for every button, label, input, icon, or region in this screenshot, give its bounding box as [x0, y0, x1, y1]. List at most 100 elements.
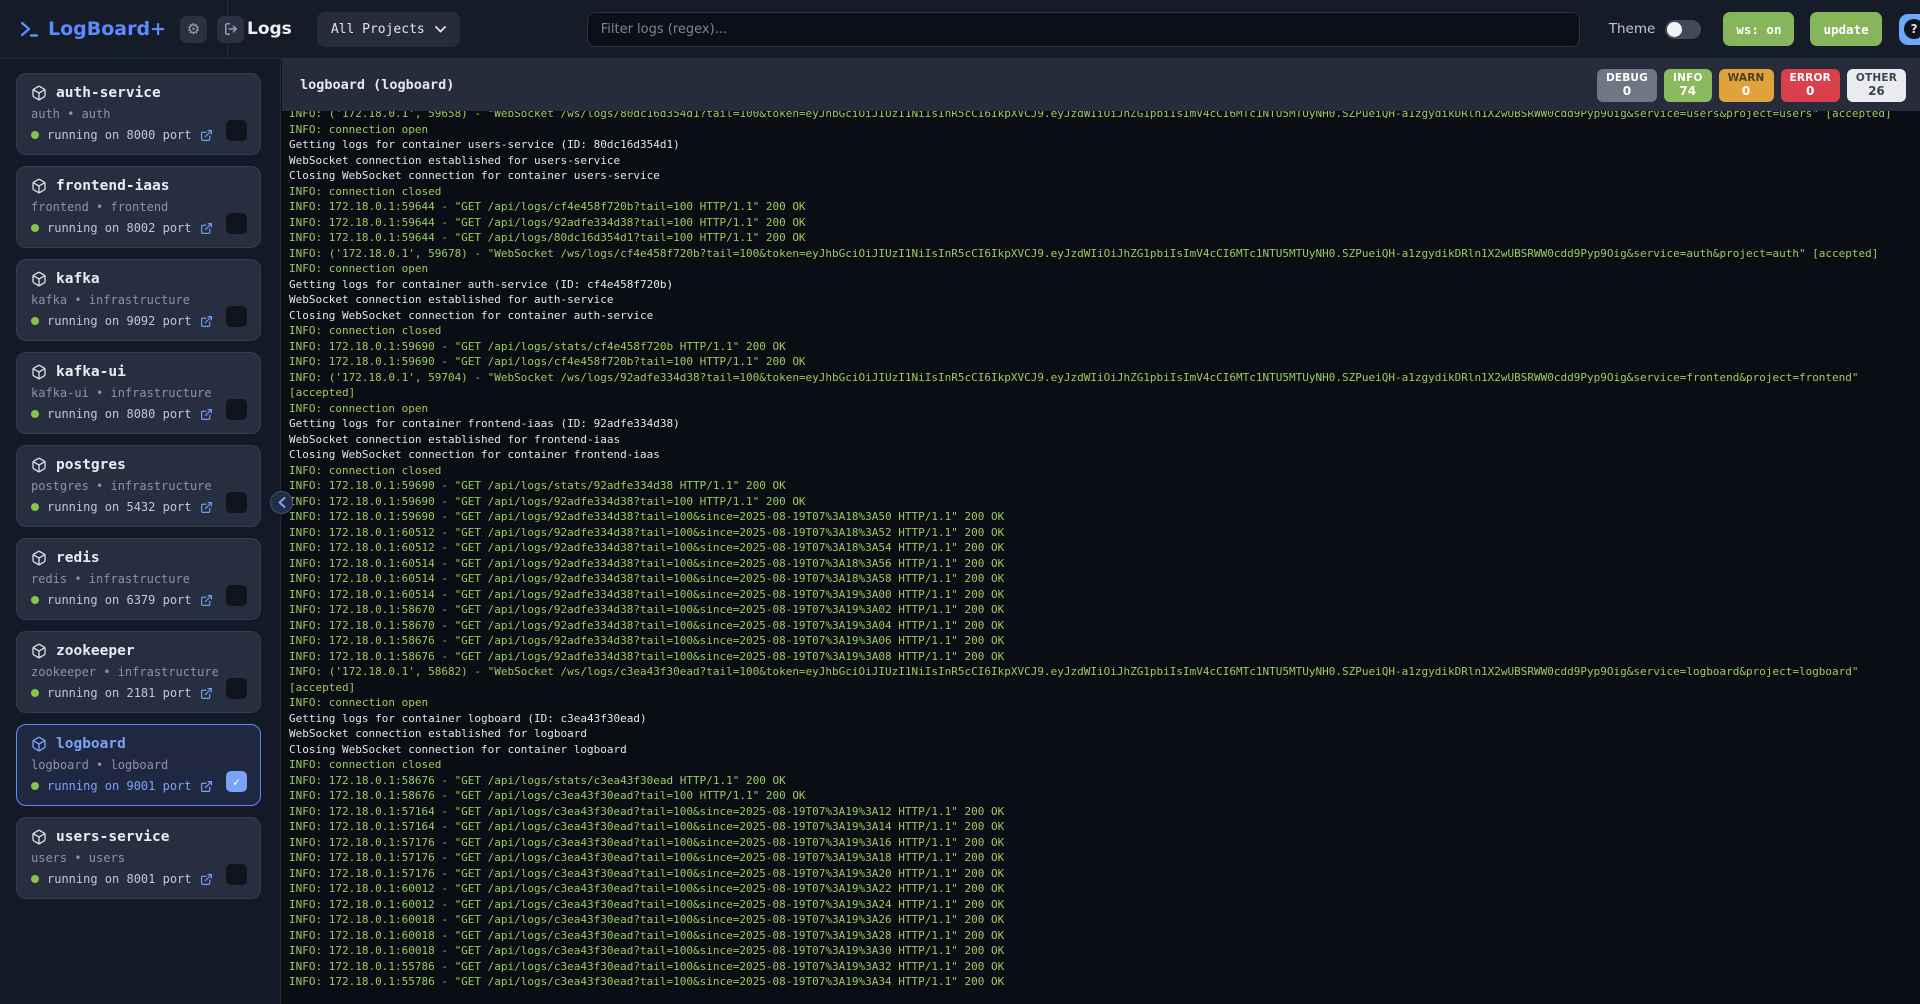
badge-debug[interactable]: DEBUG0	[1597, 69, 1657, 102]
service-subtitle: kafka-ui • infrastructure	[31, 386, 246, 400]
service-checkbox[interactable]	[226, 864, 247, 885]
log-line: INFO: 172.18.0.1:60012 - "GET /api/logs/…	[289, 881, 1910, 897]
package-icon	[31, 550, 47, 566]
external-link-icon[interactable]	[200, 315, 213, 328]
settings-button[interactable]: ⚙	[180, 16, 207, 43]
package-icon	[31, 271, 47, 287]
log-panel: logboard (logboard) DEBUG0INFO74WARN0ERR…	[282, 59, 1920, 1004]
log-line: WebSocket connection established for aut…	[289, 292, 1910, 308]
service-card-postgres[interactable]: postgres postgres • infrastructure running…	[16, 445, 261, 527]
log-line: INFO: 172.18.0.1:60018 - "GET /api/logs/…	[289, 943, 1910, 959]
log-line: INFO: 172.18.0.1:58670 - "GET /api/logs/…	[289, 602, 1910, 618]
status-dot	[31, 875, 39, 883]
log-line: Closing WebSocket connection for contain…	[289, 742, 1910, 758]
service-checkbox[interactable]	[226, 585, 247, 606]
external-link-icon[interactable]	[200, 594, 213, 607]
services-list: auth-service auth • auth running on 8000 p…	[16, 73, 261, 899]
service-subtitle: postgres • infrastructure	[31, 479, 246, 493]
service-checkbox[interactable]	[226, 306, 247, 327]
service-name-row: frontend-iaas	[31, 178, 246, 194]
external-link-icon[interactable]	[200, 408, 213, 421]
log-filter-input[interactable]	[587, 12, 1580, 47]
log-line: INFO: ('172.18.0.1', 58682) - "WebSocket…	[289, 664, 1910, 695]
service-status-row: running on 9092 port	[31, 314, 246, 328]
badge-label: WARN	[1728, 72, 1765, 84]
page-title: Logs	[247, 19, 292, 39]
service-subtitle: auth • auth	[31, 107, 246, 121]
service-card-kafka[interactable]: kafkakafka • infrastructurerunning on 90…	[16, 259, 261, 341]
service-status-row: running on 8080 port	[31, 407, 246, 421]
package-icon	[31, 736, 47, 752]
log-line: WebSocket connection established for use…	[289, 153, 1910, 169]
status-dot	[31, 410, 39, 418]
service-card-zookeeper[interactable]: zookeeperzookeeper • infrastructurerunni…	[16, 631, 261, 713]
websocket-status-button[interactable]: ws: on	[1723, 12, 1794, 46]
log-line: INFO: 172.18.0.1:60018 - "GET /api/logs/…	[289, 928, 1910, 944]
log-line: INFO: 172.18.0.1:60012 - "GET /api/logs/…	[289, 897, 1910, 913]
external-link-icon[interactable]	[200, 501, 213, 514]
log-line: Getting logs for container frontend-iaas…	[289, 416, 1910, 432]
help-button[interactable]: ?	[1899, 14, 1920, 45]
service-status-row: running on 5432 port	[31, 500, 246, 514]
external-link-icon[interactable]	[200, 687, 213, 700]
service-checkbox[interactable]	[226, 399, 247, 420]
badge-error[interactable]: ERROR0	[1781, 69, 1840, 102]
badge-label: DEBUG	[1606, 72, 1648, 84]
service-subtitle: kafka • infrastructure	[31, 293, 246, 307]
service-checkbox[interactable]: ✓	[226, 771, 247, 792]
service-status-row: running on 8001 port	[31, 872, 246, 886]
log-line: INFO: 172.18.0.1:57164 - "GET /api/logs/…	[289, 804, 1910, 820]
service-status-text: running on 8000 port	[47, 128, 192, 142]
terminal-prompt-icon	[18, 18, 40, 40]
service-card-logboard[interactable]: logboardlogboard • logboardrunning on 90…	[16, 724, 261, 806]
external-link-icon[interactable]	[200, 222, 213, 235]
external-link-icon[interactable]	[200, 873, 213, 886]
service-name: auth-service	[56, 85, 161, 101]
service-checkbox[interactable]	[226, 492, 247, 513]
status-dot	[31, 596, 39, 604]
badge-other[interactable]: OTHER26	[1847, 69, 1906, 102]
log-panel-title: logboard (logboard)	[300, 77, 454, 93]
package-icon	[31, 85, 47, 101]
service-card-auth-service[interactable]: auth-service auth • auth running on 8000 p…	[16, 73, 261, 155]
log-line: INFO: 172.18.0.1:59690 - "GET /api/logs/…	[289, 339, 1910, 355]
external-link-icon[interactable]	[200, 780, 213, 793]
log-line: INFO: ('172.18.0.1', 59678) - "WebSocket…	[289, 246, 1910, 262]
service-card-frontend-iaas[interactable]: frontend-iaasfrontend • frontendrunning …	[16, 166, 261, 248]
service-checkbox[interactable]	[226, 213, 247, 234]
service-checkbox[interactable]	[226, 120, 247, 141]
log-line: INFO: 172.18.0.1:55786 - "GET /api/logs/…	[289, 974, 1910, 990]
log-line: Getting logs for container users-service…	[289, 137, 1910, 153]
status-dot	[31, 317, 39, 325]
logo-section: LogBoard+ ⚙	[0, 0, 228, 58]
log-output: INFO: ('172.18.0.1', 59658) - "WebSocket…	[282, 111, 1920, 1004]
external-link-icon[interactable]	[200, 129, 213, 142]
service-card-kafka-ui[interactable]: kafka-uikafka-ui • infrastructurerunning…	[16, 352, 261, 434]
service-status-text: running on 9092 port	[47, 314, 192, 328]
service-status-row: running on 8000 port	[31, 128, 246, 142]
project-filter-dropdown[interactable]: All Projects	[317, 12, 460, 47]
status-dot	[31, 224, 39, 232]
log-line: INFO: connection open	[289, 261, 1910, 277]
service-name-row: auth-service	[31, 85, 246, 101]
update-button[interactable]: update	[1810, 12, 1881, 46]
badge-info[interactable]: INFO74	[1664, 69, 1712, 102]
sidebar-collapse-button[interactable]	[270, 491, 293, 514]
service-status-row: running on 9001 port	[31, 779, 246, 793]
log-line: INFO: 172.18.0.1:55786 - "GET /api/logs/…	[289, 959, 1910, 975]
service-name: postgres	[56, 457, 126, 473]
badge-warn[interactable]: WARN0	[1719, 69, 1774, 102]
service-card-users-service[interactable]: users-serviceusers • usersrunning on 800…	[16, 817, 261, 899]
log-line: INFO: 172.18.0.1:58670 - "GET /api/logs/…	[289, 618, 1910, 634]
log-line: INFO: connection closed	[289, 323, 1910, 339]
service-checkbox[interactable]	[226, 678, 247, 699]
service-name-row: postgres	[31, 457, 246, 473]
service-card-redis[interactable]: redisredis • infrastructurerunning on 63…	[16, 538, 261, 620]
theme-toggle[interactable]	[1665, 20, 1701, 39]
service-name: users-service	[56, 829, 170, 845]
log-line: INFO: 172.18.0.1:60514 - "GET /api/logs/…	[289, 587, 1910, 603]
log-line: INFO: 172.18.0.1:60018 - "GET /api/logs/…	[289, 912, 1910, 928]
badge-label: ERROR	[1790, 72, 1831, 84]
app-title: LogBoard+	[48, 18, 166, 40]
log-line: INFO: ('172.18.0.1', 59704) - "WebSocket…	[289, 370, 1910, 401]
